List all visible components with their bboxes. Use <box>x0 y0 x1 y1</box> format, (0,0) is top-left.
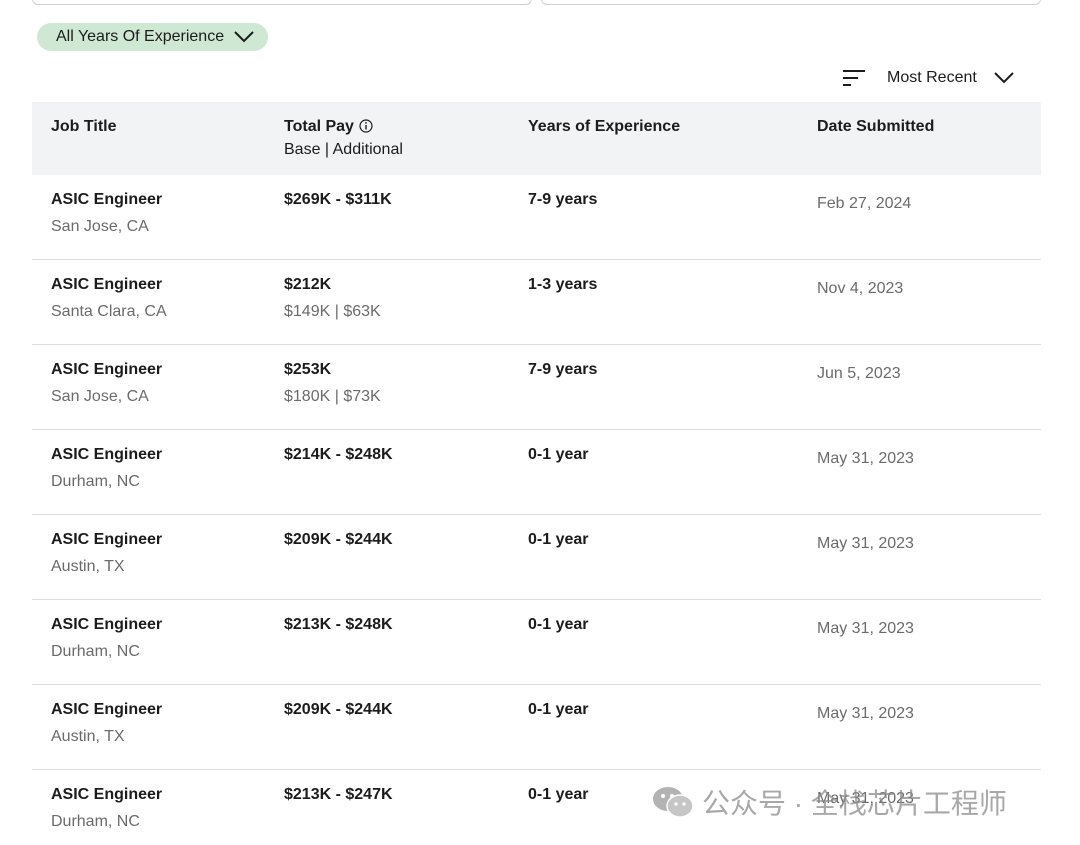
date-submitted: May 31, 2023 <box>817 705 914 722</box>
header-date[interactable]: Date Submitted <box>817 118 934 136</box>
watermark: 公众号 · 全栈芯片工程师 <box>652 782 1007 822</box>
sort-label: Most Recent <box>887 69 977 86</box>
years-experience: 0-1 year <box>528 616 589 633</box>
years-experience: 1-3 years <box>528 276 598 293</box>
chevron-down-icon <box>994 72 1014 84</box>
job-location: San Jose, CA <box>51 388 149 405</box>
job-location: Austin, TX <box>51 558 125 575</box>
years-experience: 0-1 year <box>528 701 589 718</box>
table-header: Job Title Total Pay Base | Additional Ye… <box>32 102 1041 175</box>
header-years[interactable]: Years of Experience <box>528 118 680 136</box>
sort-lines-icon <box>843 70 865 86</box>
salary-table: Job Title Total Pay Base | Additional Ye… <box>32 102 1041 845</box>
sort-dropdown[interactable]: Most Recent <box>842 66 1014 90</box>
job-location: Durham, NC <box>51 473 140 490</box>
job-title: ASIC Engineer <box>51 786 163 803</box>
table-row[interactable]: ASIC Engineer Santa Clara, CA $212K $149K … <box>32 260 1041 345</box>
search-input-right[interactable] <box>541 0 1041 5</box>
table-row[interactable]: ASIC Engineer Austin, TX $209K - $244K 0-… <box>32 685 1041 770</box>
total-pay: $213K - $247K <box>284 786 393 803</box>
job-title: ASIC Engineer <box>51 446 163 463</box>
pay-breakdown: $180K | $73K <box>284 388 381 405</box>
job-title: ASIC Engineer <box>51 191 163 208</box>
date-submitted: May 31, 2023 <box>817 450 914 467</box>
table-row[interactable]: ASIC Engineer Durham, NC $214K - $248K 0-… <box>32 430 1041 515</box>
date-submitted: Feb 27, 2024 <box>817 195 912 212</box>
total-pay: $213K - $248K <box>284 616 393 633</box>
total-pay: $253K <box>284 361 332 378</box>
job-title: ASIC Engineer <box>51 701 163 718</box>
date-submitted: Jun 5, 2023 <box>817 365 901 382</box>
chevron-down-icon <box>234 31 254 43</box>
job-location: Durham, NC <box>51 643 140 660</box>
years-experience: 7-9 years <box>528 191 598 208</box>
wechat-icon <box>653 787 694 818</box>
experience-filter-chip[interactable]: All Years Of Experience <box>37 23 269 51</box>
date-submitted: Nov 4, 2023 <box>817 280 904 297</box>
total-pay: $214K - $248K <box>284 446 393 463</box>
job-location: Durham, NC <box>51 813 140 830</box>
table-row[interactable]: ASIC Engineer Austin, TX $209K - $244K 0-… <box>32 515 1041 600</box>
job-title: ASIC Engineer <box>51 276 163 293</box>
search-input-left[interactable] <box>32 0 532 5</box>
table-row[interactable]: ASIC Engineer San Jose, CA $253K $180K | $… <box>32 345 1041 430</box>
years-experience: 0-1 year <box>528 531 589 548</box>
info-icon[interactable] <box>359 119 373 133</box>
watermark-text: 公众号 · 全栈芯片工程师 <box>702 788 1007 819</box>
years-experience: 0-1 year <box>528 446 589 463</box>
table-row[interactable]: ASIC Engineer San Jose, CA $269K - $311K … <box>32 175 1041 260</box>
total-pay: $269K - $311K <box>284 191 392 208</box>
header-total-pay[interactable]: Total Pay Base | Additional <box>284 118 403 159</box>
job-location: Santa Clara, CA <box>51 303 167 320</box>
total-pay: $209K - $244K <box>284 531 393 548</box>
job-location: San Jose, CA <box>51 218 149 235</box>
header-job-title[interactable]: Job Title <box>51 118 117 136</box>
table-row[interactable]: ASIC Engineer Durham, NC $213K - $248K 0-… <box>32 600 1041 685</box>
years-experience: 7-9 years <box>528 361 598 378</box>
job-title: ASIC Engineer <box>51 616 163 633</box>
header-total-pay-sub: Base | Additional <box>284 141 403 158</box>
header-total-pay-label: Total Pay <box>284 118 354 135</box>
total-pay: $209K - $244K <box>284 701 393 718</box>
years-experience: 0-1 year <box>528 786 589 803</box>
job-title: ASIC Engineer <box>51 531 163 548</box>
pay-breakdown: $149K | $63K <box>284 303 381 320</box>
job-location: Austin, TX <box>51 728 125 745</box>
table-body: ASIC Engineer San Jose, CA $269K - $311K … <box>32 175 1041 845</box>
salary-page: All Years Of Experience Most Recent Job … <box>0 0 1080 845</box>
experience-filter-label: All Years Of Experience <box>56 28 225 45</box>
total-pay: $212K <box>284 276 332 293</box>
date-submitted: May 31, 2023 <box>817 535 914 552</box>
date-submitted: May 31, 2023 <box>817 620 914 637</box>
job-title: ASIC Engineer <box>51 361 163 378</box>
